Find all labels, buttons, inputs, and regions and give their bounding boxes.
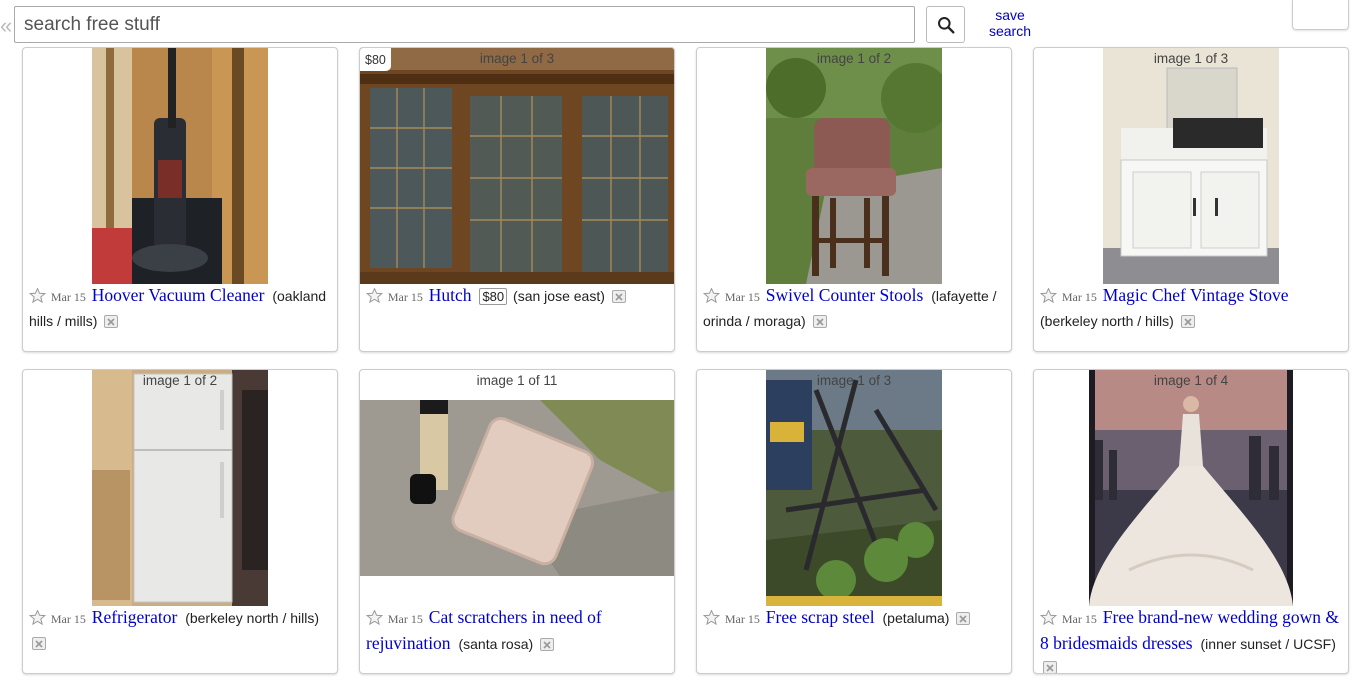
listing-card[interactable]: $80 image 1 of 3 Mar 15 Hutch $80 (san j… (359, 47, 675, 352)
listing-info: Mar 15 Refrigerator (berkeley north / hi… (29, 606, 329, 655)
favorite-star-icon[interactable] (366, 610, 383, 625)
listing-image[interactable]: $80 image 1 of 3 (360, 48, 674, 284)
collapse-sidebar-icon[interactable]: « (0, 12, 12, 40)
listing-card[interactable]: Mar 15 Hoover Vacuum Cleaner (oakland hi… (22, 47, 338, 352)
hide-listing-icon[interactable] (1042, 659, 1058, 674)
search-button[interactable] (926, 6, 965, 43)
search-icon (937, 16, 954, 33)
listing-photo (766, 48, 942, 284)
search-input[interactable] (14, 6, 915, 43)
listing-card[interactable]: image 1 of 4 Mar 15 Free brand-new weddi… (1033, 369, 1349, 674)
listing-date: Mar 15 (1061, 612, 1097, 626)
save-search-line1: save (995, 7, 1025, 23)
listing-info: Mar 15 Hoover Vacuum Cleaner (oakland hi… (29, 284, 329, 333)
listing-hood: (santa rosa) (458, 635, 534, 652)
listing-image[interactable]: image 1 of 2 (697, 48, 1011, 284)
listing-photo (1089, 370, 1293, 606)
favorite-star-icon[interactable] (703, 288, 720, 303)
favorite-star-icon[interactable] (1040, 288, 1057, 303)
listing-date: Mar 15 (50, 290, 86, 304)
listing-hood: (berkeley north / hills) (1040, 312, 1174, 329)
listing-photo (360, 400, 674, 576)
image-count: image 1 of 3 (816, 373, 892, 388)
listing-date: Mar 15 (1061, 290, 1097, 304)
hide-listing-icon[interactable] (539, 636, 555, 652)
listing-card[interactable]: image 1 of 3 Mar 15 Magic Chef Vintage S… (1033, 47, 1349, 352)
save-search-link[interactable]: save search (978, 7, 1042, 39)
listing-card[interactable]: image 1 of 2 Mar 15 Swivel Counter Stool… (696, 47, 1012, 352)
listing-hood: (berkeley north / hills) (185, 610, 320, 626)
listing-image[interactable]: image 1 of 11 (360, 370, 674, 606)
listing-date: Mar 15 (724, 290, 760, 304)
listing-info: Mar 15 Hutch $80 (san jose east) (366, 284, 666, 310)
hide-listing-icon[interactable] (103, 313, 119, 329)
listing-image[interactable]: image 1 of 4 (1034, 370, 1348, 606)
listing-image[interactable]: image 1 of 2 (23, 370, 337, 606)
listing-date: Mar 15 (50, 612, 86, 626)
listing-date: Mar 15 (387, 290, 423, 304)
image-count: image 1 of 4 (1153, 373, 1229, 388)
favorite-star-icon[interactable] (29, 610, 46, 625)
hide-listing-icon[interactable] (1180, 313, 1196, 329)
listing-info: Mar 15 Free scrap steel (petaluma) (703, 606, 1003, 632)
listing-card[interactable]: image 1 of 3 Mar 15 Free scrap steel (pe… (696, 369, 1012, 674)
price-tag: $80 (360, 48, 391, 71)
hide-listing-icon[interactable] (955, 610, 971, 626)
listing-title[interactable]: Hutch (429, 285, 472, 305)
listing-date: Mar 15 (724, 612, 760, 626)
favorite-star-icon[interactable] (29, 288, 46, 303)
favorite-star-icon[interactable] (703, 610, 720, 625)
listing-title[interactable]: Hoover Vacuum Cleaner (92, 285, 265, 305)
image-count: image 1 of 2 (816, 51, 892, 66)
listing-image[interactable] (23, 48, 337, 284)
listing-title[interactable]: Free scrap steel (766, 607, 875, 627)
listing-card[interactable]: image 1 of 11 Mar 15 Cat scratchers in n… (359, 369, 675, 674)
view-toggle-box[interactable] (1292, 0, 1349, 30)
listing-title[interactable]: Magic Chef Vintage Stove (1103, 285, 1289, 305)
listing-photo (360, 48, 674, 284)
listing-photo (766, 370, 942, 606)
listing-image[interactable]: image 1 of 3 (1034, 48, 1348, 284)
listing-card[interactable]: image 1 of 2 Mar 15 Refrigerator (berkel… (22, 369, 338, 674)
listing-date: Mar 15 (387, 612, 423, 626)
image-count: image 1 of 3 (1153, 51, 1229, 66)
listing-info: Mar 15 Cat scratchers in need of rejuvin… (366, 606, 666, 656)
hide-listing-icon[interactable] (812, 313, 828, 329)
listing-hood: (san jose east) (513, 288, 605, 304)
save-search-line2: search (988, 23, 1032, 39)
listing-photo (92, 370, 268, 606)
listing-hood: (inner sunset / UCSF) (1200, 635, 1336, 652)
image-count: image 1 of 11 (476, 373, 558, 388)
listing-info: Mar 15 Swivel Counter Stools (lafayette … (703, 284, 1003, 333)
hide-listing-icon[interactable] (31, 635, 47, 651)
listing-info: Mar 15 Free brand-new wedding gown & 8 b… (1040, 606, 1340, 674)
listing-price: $80 (479, 288, 508, 305)
image-count: image 1 of 3 (479, 51, 555, 66)
favorite-star-icon[interactable] (366, 288, 383, 303)
hide-listing-icon[interactable] (611, 288, 627, 304)
listing-title[interactable]: Refrigerator (92, 607, 178, 627)
listing-image[interactable]: image 1 of 3 (697, 370, 1011, 606)
listing-title[interactable]: Swivel Counter Stools (766, 285, 924, 305)
listing-hood: (petaluma) (882, 610, 950, 626)
listing-photo (92, 48, 268, 284)
listing-photo (1103, 48, 1279, 284)
favorite-star-icon[interactable] (1040, 610, 1057, 625)
image-count: image 1 of 2 (142, 373, 218, 388)
listing-info: Mar 15 Magic Chef Vintage Stove (berkele… (1040, 284, 1340, 333)
